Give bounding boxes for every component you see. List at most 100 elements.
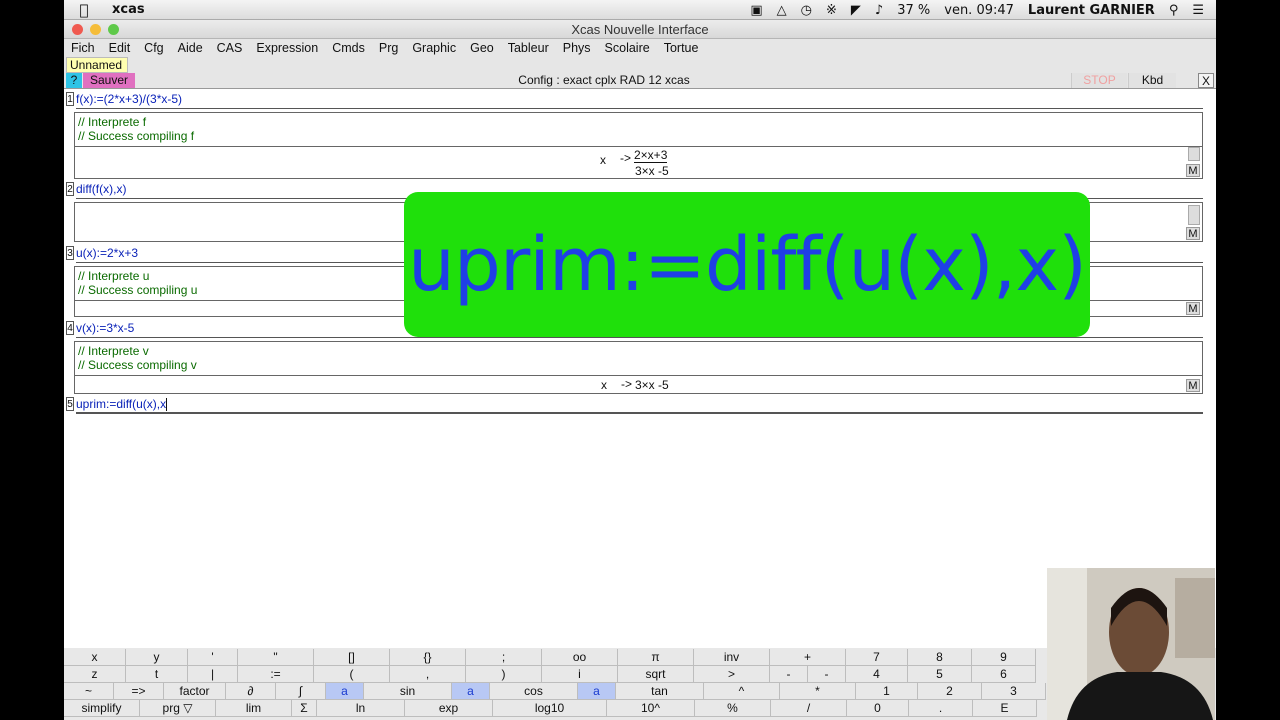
level-number[interactable]: 3 [66, 246, 74, 260]
keypad-key[interactable]: cos [490, 683, 578, 700]
menu-item[interactable]: Geo [463, 41, 501, 55]
keypad-key[interactable]: 5 [908, 666, 972, 683]
keypad-key[interactable]: 8 [908, 649, 972, 666]
keypad-key[interactable]: 0 [847, 700, 909, 717]
menu-item[interactable]: Fich [64, 41, 102, 55]
close-window-button[interactable] [72, 24, 83, 35]
keypad-key[interactable]: % [695, 700, 771, 717]
keypad-key[interactable]: := [238, 666, 314, 683]
keypad-key[interactable]: ~ [64, 683, 114, 700]
menu-item[interactable]: Tortue [657, 41, 706, 55]
wifi-icon[interactable]: ◤ [851, 3, 861, 18]
keypad-key[interactable]: a [452, 683, 490, 700]
keypad-key[interactable]: / [771, 700, 847, 717]
user-name[interactable]: Laurent GARNIER [1028, 3, 1155, 18]
keypad-key[interactable]: y [126, 649, 188, 666]
keypad-key[interactable]: | [188, 666, 238, 683]
menu-item[interactable]: Cfg [137, 41, 170, 55]
answer-menu-button[interactable]: M [1186, 227, 1200, 240]
keypad-key[interactable]: [] [314, 649, 390, 666]
zoom-window-button[interactable] [108, 24, 119, 35]
level-number[interactable]: 4 [66, 321, 74, 335]
keypad-key[interactable]: ' [188, 649, 238, 666]
volume-icon[interactable]: ♪ [875, 3, 883, 18]
keypad-key[interactable]: ) [466, 666, 542, 683]
keypad-key[interactable]: sin [364, 683, 452, 700]
level-number[interactable]: 5 [66, 397, 74, 411]
answer-scrollbar[interactable] [1188, 147, 1200, 161]
keypad-key[interactable]: ∂ [226, 683, 276, 700]
keypad-key[interactable]: i [542, 666, 618, 683]
keypad-key[interactable]: a [326, 683, 364, 700]
keypad-key[interactable]: log10 [493, 700, 607, 717]
menu-item[interactable]: Prg [372, 41, 405, 55]
keypad-key[interactable]: z [64, 666, 126, 683]
keypad-key[interactable]: => [114, 683, 164, 700]
battery-percent[interactable]: 37 % [897, 3, 930, 18]
keypad-key[interactable]: 1 [856, 683, 918, 700]
keypad-key[interactable]: ^ [704, 683, 780, 700]
keypad-key[interactable]: 3 [982, 683, 1046, 700]
keypad-key[interactable]: - [770, 666, 808, 683]
menu-item[interactable]: Cmds [325, 41, 372, 55]
apple-icon[interactable]:  [64, 1, 104, 19]
keypad-key[interactable]: 10^ [607, 700, 695, 717]
keypad-key[interactable]: 9 [972, 649, 1036, 666]
menu-item[interactable]: Edit [102, 41, 138, 55]
minimize-window-button[interactable] [90, 24, 101, 35]
level-number[interactable]: 1 [66, 92, 74, 106]
keypad-key[interactable]: inv [694, 649, 770, 666]
keypad-key[interactable]: > [694, 666, 770, 683]
keypad-key[interactable]: ( [314, 666, 390, 683]
keypad-key[interactable]: ∫ [276, 683, 326, 700]
bluetooth-icon[interactable]: ※ [826, 3, 837, 18]
answer-scrollbar[interactable] [1188, 205, 1200, 225]
keypad-key[interactable]: exp [405, 700, 493, 717]
help-button[interactable]: ? [66, 73, 82, 88]
keypad-key[interactable]: , [390, 666, 466, 683]
keypad-key[interactable]: π [618, 649, 694, 666]
level-number[interactable]: 2 [66, 182, 74, 196]
menu-item[interactable]: Scolaire [598, 41, 657, 55]
camera-icon[interactable]: ▣ [750, 3, 762, 18]
keypad-key[interactable]: Σ [292, 700, 317, 717]
keypad-key[interactable]: - [808, 666, 846, 683]
answer-menu-button[interactable]: M [1186, 164, 1200, 177]
menu-item[interactable]: Tableur [501, 41, 556, 55]
keypad-key[interactable]: tan [616, 683, 704, 700]
keypad-key[interactable]: * [780, 683, 856, 700]
keypad-key[interactable]: . [909, 700, 973, 717]
command-line[interactable]: f(x):=(2*x+3)/(3*x-5) [76, 91, 1203, 109]
keypad-key[interactable]: a [578, 683, 616, 700]
keypad-key[interactable]: 4 [846, 666, 908, 683]
time-machine-icon[interactable]: ◷ [801, 3, 812, 18]
app-name[interactable]: xcas [112, 2, 145, 17]
keypad-key[interactable]: prg ▽ [140, 700, 216, 717]
keypad-key[interactable]: ; [466, 649, 542, 666]
config-status[interactable]: Config : exact cplx RAD 12 xcas [444, 73, 764, 88]
command-input[interactable]: uprim:=diff(u(x),x [76, 396, 1203, 414]
keypad-key[interactable]: t [126, 666, 188, 683]
menu-item[interactable]: Expression [249, 41, 325, 55]
session-tab[interactable]: Unnamed [66, 57, 128, 73]
close-session-button[interactable]: X [1198, 73, 1214, 88]
clock[interactable]: ven. 09:47 [944, 3, 1014, 18]
menu-item[interactable]: Aide [171, 41, 210, 55]
keypad-key[interactable]: {} [390, 649, 466, 666]
list-icon[interactable]: ☰ [1192, 3, 1204, 18]
drive-icon[interactable]: △ [777, 3, 787, 18]
keypad-key[interactable]: " [238, 649, 314, 666]
keypad-key[interactable]: x [64, 649, 126, 666]
keypad-key[interactable]: sqrt [618, 666, 694, 683]
answer-menu-button[interactable]: M [1186, 379, 1200, 392]
save-button[interactable]: Sauver [83, 73, 135, 88]
stop-button[interactable]: STOP [1071, 73, 1127, 88]
keypad-key[interactable]: 6 [972, 666, 1036, 683]
spotlight-icon[interactable]: ⚲ [1169, 3, 1179, 18]
menu-item[interactable]: Phys [556, 41, 598, 55]
answer-menu-button[interactable]: M [1186, 302, 1200, 315]
keypad-key[interactable]: + [770, 649, 846, 666]
menu-item[interactable]: Graphic [405, 41, 463, 55]
keypad-key[interactable]: oo [542, 649, 618, 666]
keypad-key[interactable]: simplify [64, 700, 140, 717]
